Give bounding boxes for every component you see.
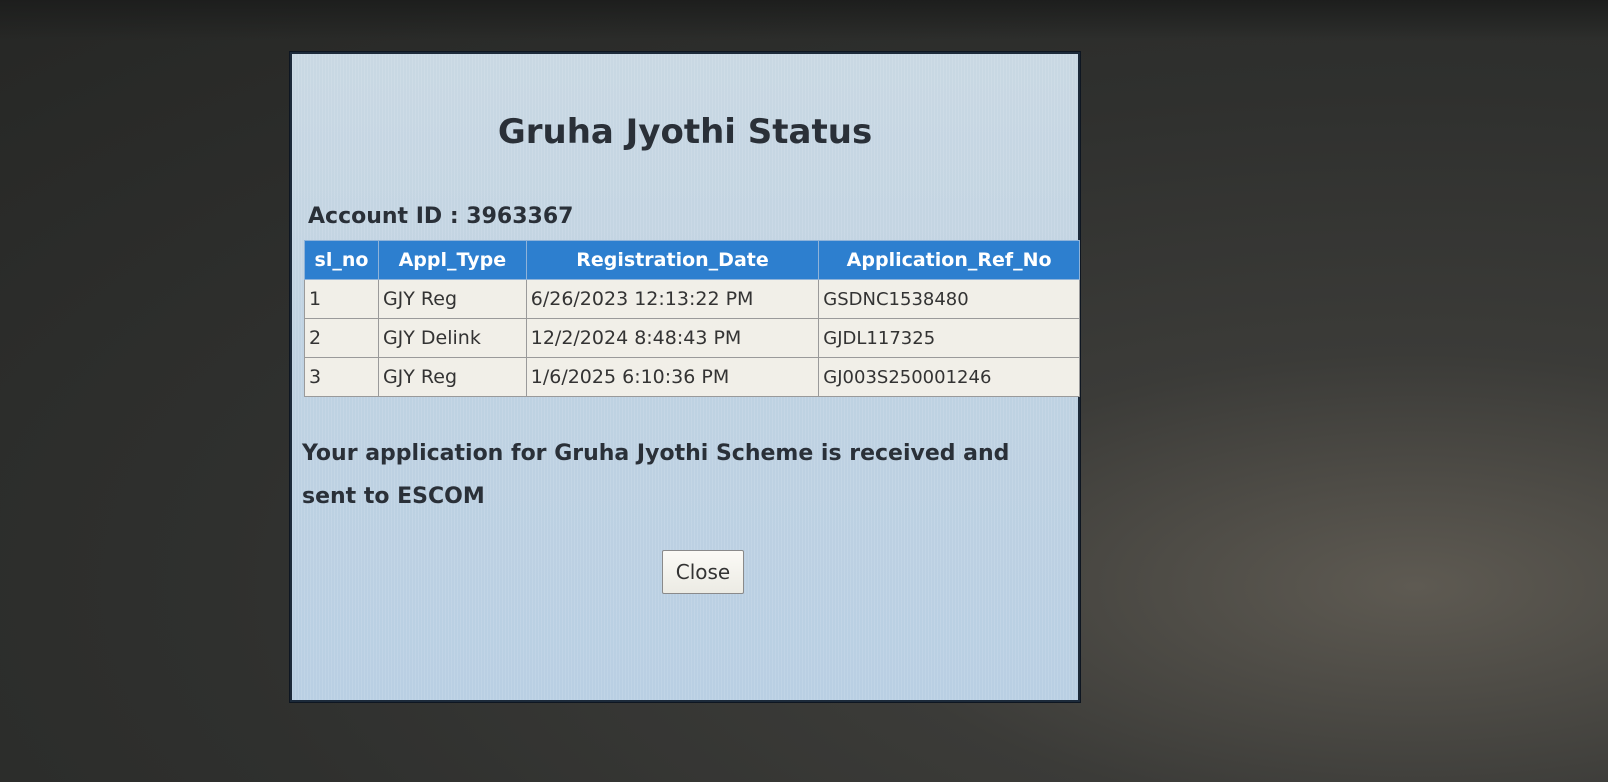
cell-application-ref-no: GJ003S250001246 bbox=[818, 357, 1080, 397]
account-id-label: Account ID : bbox=[308, 204, 467, 229]
cell-sl-no: 1 bbox=[304, 279, 379, 319]
status-table: sl_no Appl_Type Registration_Date Applic… bbox=[304, 240, 1080, 397]
cell-registration-date: 6/26/2023 12:13:22 PM bbox=[525, 279, 820, 319]
header-registration-date: Registration_Date bbox=[525, 240, 820, 280]
account-id-line: Account ID : 3963367 bbox=[308, 204, 573, 229]
dialog-title: Gruha Jyothi Status bbox=[497, 112, 873, 152]
table-row: 3 GJY Reg 1/6/2025 6:10:36 PM GJ003S2500… bbox=[304, 357, 1080, 397]
cell-sl-no: 3 bbox=[304, 357, 379, 397]
status-message: Your application for Gruha Jyothi Scheme… bbox=[302, 441, 1010, 509]
close-button[interactable]: Close bbox=[662, 550, 744, 594]
cell-registration-date: 12/2/2024 8:48:43 PM bbox=[525, 318, 820, 358]
cell-appl-type: GJY Reg bbox=[377, 357, 527, 397]
cell-appl-type: GJY Reg bbox=[377, 279, 527, 319]
account-id-value: 3963367 bbox=[466, 204, 574, 229]
header-application-ref-no: Application_Ref_No bbox=[818, 240, 1080, 280]
cell-appl-type: GJY Delink bbox=[377, 318, 527, 358]
cell-application-ref-no: GSDNC1538480 bbox=[818, 279, 1080, 319]
cell-application-ref-no: GJDL117325 bbox=[818, 318, 1080, 358]
cell-registration-date: 1/6/2025 6:10:36 PM bbox=[525, 357, 820, 397]
header-appl-type: Appl_Type bbox=[377, 240, 527, 280]
table-row: 1 GJY Reg 6/26/2023 12:13:22 PM GSDNC153… bbox=[304, 279, 1080, 319]
status-dialog: Gruha Jyothi Status Account ID : 3963367… bbox=[290, 52, 1080, 702]
monitor-bezel bbox=[0, 0, 1608, 40]
table-row: 2 GJY Delink 12/2/2024 8:48:43 PM GJDL11… bbox=[304, 318, 1080, 358]
header-sl-no: sl_no bbox=[304, 240, 379, 280]
table-header-row: sl_no Appl_Type Registration_Date Applic… bbox=[304, 240, 1080, 280]
cell-sl-no: 2 bbox=[304, 318, 379, 358]
